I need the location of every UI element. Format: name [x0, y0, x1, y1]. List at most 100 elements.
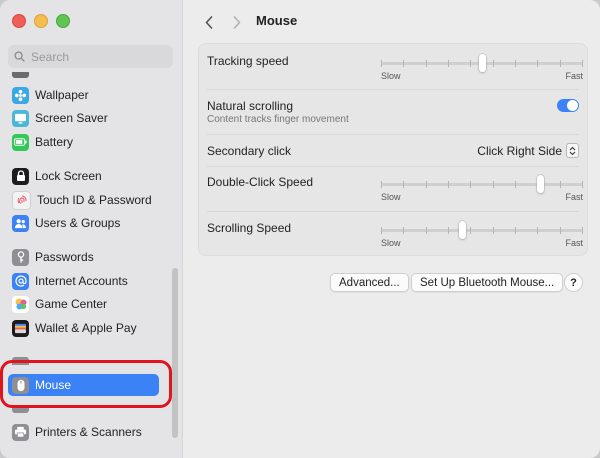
- wallpaper-icon: [12, 86, 29, 104]
- slider-tick: [582, 181, 583, 188]
- slider-thumb[interactable]: [537, 175, 544, 193]
- sidebar-item-label: Users & Groups: [35, 216, 121, 230]
- sidebar-item-passwords[interactable]: Passwords: [12, 246, 168, 268]
- forward-button[interactable]: [227, 12, 247, 32]
- slider-tick: [515, 181, 516, 188]
- sidebar-item-label: Internet Accounts: [35, 274, 128, 288]
- divider: [207, 211, 579, 212]
- sidebar-item-printers[interactable]: Printers & Scanners: [12, 421, 168, 443]
- natural-scrolling-toggle[interactable]: [557, 99, 579, 112]
- divider: [207, 134, 579, 135]
- sidebar: Wallpaper Screen Saver Battery Lock Scre…: [0, 0, 183, 458]
- slider-tick: [493, 227, 494, 234]
- key-icon: [12, 248, 29, 266]
- secondary-click-row: Secondary click Click Right Side: [207, 143, 579, 160]
- sidebar-item-clipped: [12, 72, 72, 78]
- sidebar-item-users-groups[interactable]: Users & Groups: [12, 212, 168, 234]
- scrolling-speed-slider[interactable]: Slow Fast: [381, 221, 583, 248]
- mouse-settings-panel: Tracking speed Slow Fast Natural scrolli…: [198, 43, 588, 256]
- slider-tick: [560, 60, 561, 67]
- navigation: [199, 12, 247, 32]
- slider-tick: [582, 60, 583, 67]
- slider-tick: [403, 181, 404, 188]
- slider-tick: [381, 227, 382, 234]
- slider-tick: [448, 181, 449, 188]
- sidebar-item-label: Battery: [35, 135, 74, 149]
- slider-tick: [515, 60, 516, 67]
- sidebar-item-label: Printers & Scanners: [35, 425, 142, 439]
- zoom-button[interactable]: [56, 14, 70, 28]
- close-button[interactable]: [12, 14, 26, 28]
- slider-tick: [582, 227, 583, 234]
- at-sign-icon: [12, 272, 29, 290]
- natural-scrolling-description: Content tracks finger movement: [207, 114, 349, 125]
- sidebar-item-screen-saver[interactable]: Screen Saver: [12, 107, 168, 129]
- system-settings-window: Wallpaper Screen Saver Battery Lock Scre…: [0, 0, 600, 458]
- back-button[interactable]: [199, 12, 219, 32]
- slider-max-label: Fast: [565, 192, 583, 202]
- minimize-button[interactable]: [34, 14, 48, 28]
- slider-tick: [560, 181, 561, 188]
- slider-thumb[interactable]: [479, 54, 486, 72]
- slider-max-label: Fast: [565, 71, 583, 81]
- sidebar-item-game-center[interactable]: Game Center: [12, 293, 168, 315]
- secondary-click-label: Secondary click: [207, 144, 292, 158]
- slider-tick: [470, 227, 471, 234]
- sidebar-item-label: Game Center: [35, 297, 108, 311]
- sidebar-item-label: Lock Screen: [35, 169, 102, 183]
- secondary-click-value: Click Right Side: [477, 143, 562, 158]
- slider-min-label: Slow: [381, 238, 401, 248]
- sidebar-item-wallpaper[interactable]: Wallpaper: [12, 84, 168, 106]
- slider-tick: [381, 181, 382, 188]
- slider-thumb[interactable]: [459, 221, 466, 239]
- slider-tick: [448, 60, 449, 67]
- natural-scrolling-label: Natural scrolling: [207, 99, 294, 113]
- divider: [207, 89, 579, 90]
- sidebar-item-battery[interactable]: Battery: [12, 131, 168, 153]
- double-click-speed-slider[interactable]: Slow Fast: [381, 175, 583, 202]
- natural-scrolling-row: Natural scrolling Content tracks finger …: [207, 99, 579, 129]
- secondary-click-select[interactable]: Click Right Side: [477, 143, 579, 158]
- slider-tick: [403, 60, 404, 67]
- page-title: Mouse: [256, 13, 298, 28]
- search-input[interactable]: [29, 48, 163, 65]
- slider-tick: [537, 60, 538, 67]
- advanced-button[interactable]: Advanced...: [330, 273, 409, 292]
- slider-tick: [470, 181, 471, 188]
- slider-min-label: Slow: [381, 71, 401, 81]
- chevron-right-icon: [233, 15, 241, 29]
- chevron-left-icon: [205, 15, 213, 29]
- double-click-speed-row: Double-Click Speed Slow Fast: [207, 175, 583, 209]
- tracking-speed-slider[interactable]: Slow Fast: [381, 54, 583, 81]
- sidebar-item-label: Passwords: [35, 250, 94, 264]
- tracking-speed-label: Tracking speed: [207, 54, 289, 68]
- users-icon: [12, 214, 29, 232]
- slider-tick: [470, 60, 471, 67]
- divider: [207, 166, 579, 167]
- slider-tick: [403, 227, 404, 234]
- slider-tick: [426, 227, 427, 234]
- slider-tick: [515, 227, 516, 234]
- slider-tick: [448, 227, 449, 234]
- setup-bluetooth-mouse-button[interactable]: Set Up Bluetooth Mouse...: [411, 273, 564, 292]
- selection-highlight-annotation: [0, 360, 172, 408]
- window-controls: [12, 14, 70, 28]
- help-button[interactable]: ?: [564, 273, 583, 292]
- tracking-speed-row: Tracking speed Slow Fast: [207, 54, 583, 88]
- sidebar-item-label: Wallet & Apple Pay: [35, 321, 137, 335]
- lock-icon: [12, 167, 29, 185]
- sidebar-item-lock-screen[interactable]: Lock Screen: [12, 165, 168, 187]
- search-field[interactable]: [8, 45, 173, 68]
- slider-tick: [426, 60, 427, 67]
- screen-saver-icon: [12, 109, 29, 127]
- slider-tick: [560, 227, 561, 234]
- sidebar-item-wallet[interactable]: Wallet & Apple Pay: [12, 317, 168, 339]
- sidebar-scrollbar[interactable]: [172, 268, 178, 438]
- scrolling-speed-row: Scrolling Speed Slow Fast: [207, 221, 583, 255]
- slider-tick: [537, 227, 538, 234]
- double-click-speed-label: Double-Click Speed: [207, 175, 314, 189]
- slider-max-label: Fast: [565, 238, 583, 248]
- sidebar-item-internet-accounts[interactable]: Internet Accounts: [12, 270, 168, 292]
- slider-tick: [493, 181, 494, 188]
- sidebar-item-touch-id[interactable]: Touch ID & Password: [12, 189, 168, 211]
